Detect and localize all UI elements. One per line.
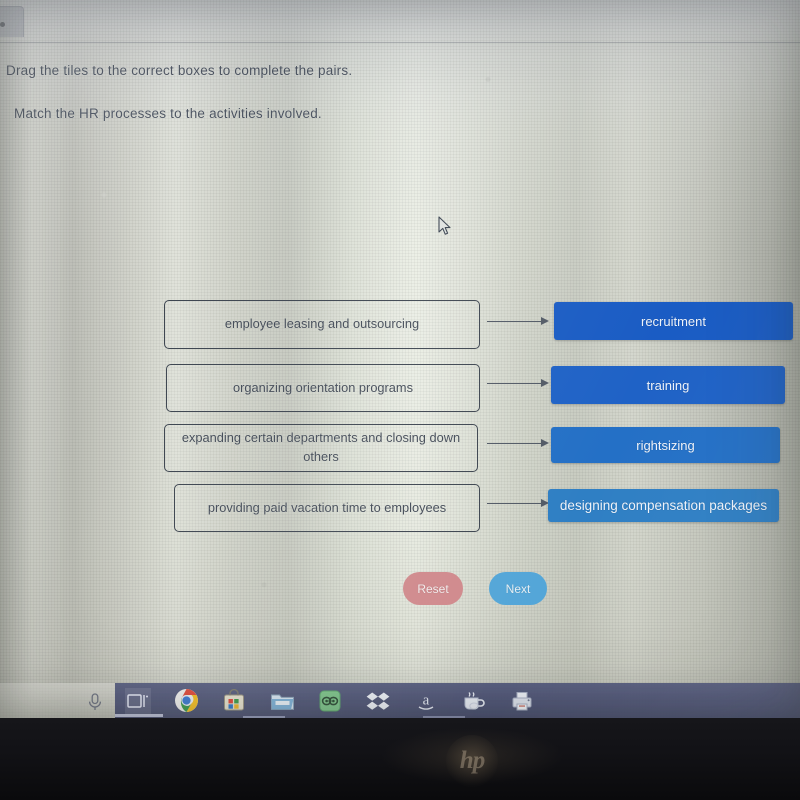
hp-logo: hp [446, 735, 498, 787]
arrow-shaft [487, 321, 542, 323]
arrow-head-icon [541, 439, 549, 448]
mouse-cursor-icon [438, 216, 452, 236]
svg-text:a: a [423, 692, 430, 708]
windows-taskbar[interactable]: a [115, 683, 800, 718]
printer-icon[interactable] [509, 688, 535, 714]
connector-arrow-0 [487, 316, 549, 328]
draggable-tile-rightsizing[interactable]: rightsizing [551, 427, 780, 463]
amazon-icon[interactable]: a [413, 688, 439, 714]
arrow-shaft [487, 443, 542, 445]
draggable-tile-recruitment[interactable]: recruitment [554, 302, 793, 340]
drop-box-2[interactable]: expanding certain departments and closin… [164, 424, 478, 472]
draggable-tile-training[interactable]: training [551, 366, 785, 404]
connector-arrow-1 [487, 378, 549, 390]
drop-box-1[interactable]: organizing orientation programs [166, 364, 480, 412]
dropbox-icon[interactable] [365, 688, 391, 714]
browser-chrome-divider [0, 42, 800, 43]
draggable-tile-designing-compensation-packages[interactable]: designing compensation packages [548, 489, 779, 522]
drop-box-0[interactable]: employee leasing and outsourcing [164, 300, 480, 349]
arrow-shaft [487, 383, 542, 385]
microsoft-store-icon[interactable] [221, 688, 247, 714]
arrow-head-icon [541, 379, 549, 388]
taskbar-active-indicator [115, 714, 163, 717]
java-icon[interactable] [461, 688, 487, 714]
cortana-mic-icon[interactable] [86, 692, 104, 712]
connector-arrow-2 [487, 438, 549, 450]
task-view-icon[interactable] [125, 687, 151, 714]
screen-surface: Drag the tiles to the correct boxes to c… [0, 0, 800, 722]
green-app-icon[interactable] [317, 688, 343, 714]
connector-arrow-3 [487, 498, 549, 510]
instruction-line-2: Match the HR processes to the activities… [14, 106, 322, 121]
next-button[interactable]: Next [489, 572, 547, 605]
browser-tab[interactable] [0, 6, 24, 37]
file-explorer-icon[interactable] [269, 688, 295, 714]
arrow-shaft [487, 503, 542, 505]
laptop-screen-photo: Drag the tiles to the correct boxes to c… [0, 0, 800, 800]
arrow-head-icon [541, 317, 549, 326]
instruction-line-1: Drag the tiles to the correct boxes to c… [6, 63, 353, 78]
browser-tab-favicon-icon [0, 22, 5, 27]
drop-box-3[interactable]: providing paid vacation time to employee… [174, 484, 480, 532]
reset-button[interactable]: Reset [403, 572, 463, 605]
laptop-bezel [0, 718, 800, 800]
chrome-icon[interactable] [173, 688, 199, 714]
